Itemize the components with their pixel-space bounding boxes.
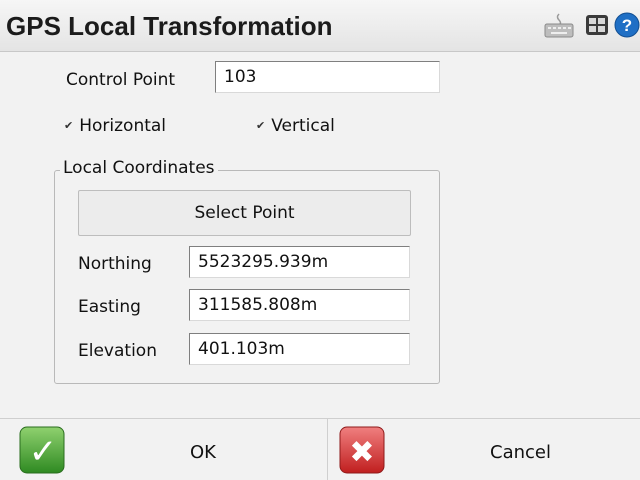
cross-icon: ✖ [339, 426, 385, 474]
control-point-label: Control Point [66, 70, 176, 90]
help-icon[interactable]: ? [614, 12, 640, 38]
easting-field[interactable]: 311585.808m [189, 289, 410, 321]
horizontal-check-icon: ✔ [64, 119, 74, 132]
keyboard-icon[interactable] [544, 12, 574, 38]
window-title: GPS Local Transformation [6, 11, 333, 41]
cancel-label: Cancel [490, 442, 551, 463]
check-glyph: ✓ [29, 432, 58, 472]
title-bar: GPS Local Transformation ? [0, 0, 640, 52]
grid-icon[interactable] [586, 12, 608, 38]
cross-glyph: ✖ [349, 435, 374, 470]
help-glyph: ? [622, 16, 632, 35]
easting-label: Easting [78, 297, 141, 317]
horizontal-label: Horizontal [79, 116, 167, 136]
horizontal-checkbox[interactable]: ✔ Horizontal [64, 116, 166, 138]
vertical-check-icon: ✔ [256, 119, 266, 132]
northing-label: Northing [78, 254, 152, 274]
vertical-checkbox[interactable]: ✔ Vertical [256, 116, 335, 138]
elevation-label: Elevation [78, 341, 157, 361]
northing-field[interactable]: 5523295.939m [189, 246, 410, 278]
control-point-input[interactable]: 103 [215, 61, 440, 93]
check-icon: ✓ [19, 426, 65, 474]
ok-label: OK [190, 442, 216, 463]
cancel-button[interactable]: ✖ Cancel [328, 419, 640, 480]
local-coordinates-title: Local Coordinates [60, 158, 218, 178]
select-point-button[interactable]: Select Point [78, 190, 411, 236]
ok-button[interactable]: ✓ OK [0, 419, 327, 480]
vertical-label: Vertical [271, 116, 335, 136]
elevation-field[interactable]: 401.103m [189, 333, 410, 365]
